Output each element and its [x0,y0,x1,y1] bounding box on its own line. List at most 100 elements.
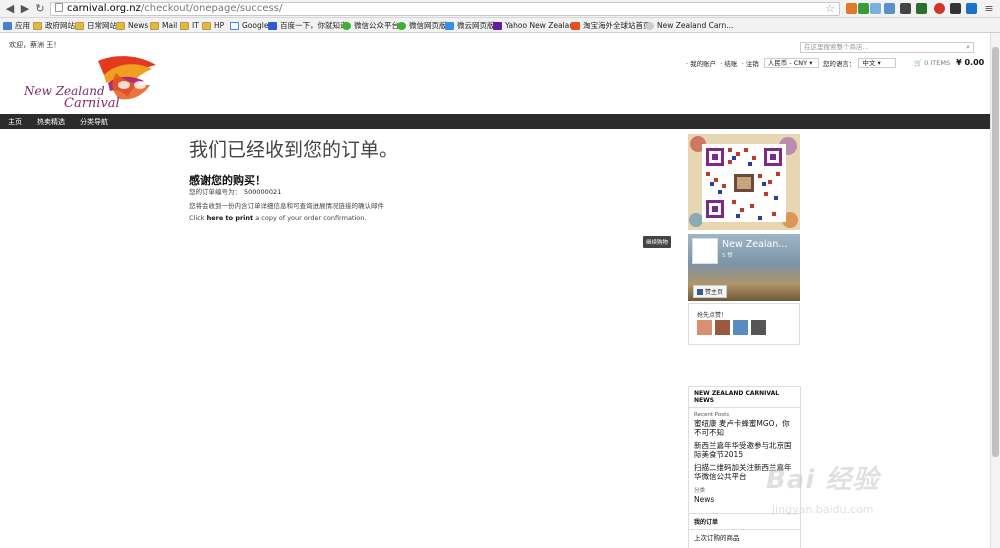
shield-icon[interactable] [858,3,869,14]
extension-icon[interactable] [966,3,977,14]
bookmark-folder[interactable]: HP [202,18,224,33]
bookmark-google[interactable]: Google [230,18,268,33]
news-post-link[interactable]: 蜜纽康 麦卢卡蜂蜜MGO，你不可不知 [689,418,800,438]
back-icon[interactable]: ◀ [3,2,17,16]
print-link[interactable]: here to print [207,214,254,222]
site-icon [645,21,654,30]
avatar[interactable] [751,320,766,335]
svg-text:Carnival: Carnival [64,96,120,111]
weiyun-icon [445,21,454,30]
facebook-page-thumbnail [692,238,718,264]
cart-total: ¥ 0.00 [956,58,985,67]
bookmark-folder[interactable]: IT [180,18,199,33]
screenshot-frame: ◀ ▶ ↻ carnival.org.nz/checkout/onepage/s… [0,0,1000,548]
language-select[interactable]: 中文 ▾ [858,58,897,68]
wechat-icon [342,21,351,30]
my-account-link[interactable]: · 我的账户 [686,58,716,68]
facebook-faces-label: 抢先点赞！ [697,312,728,319]
rss-icon[interactable] [846,3,857,14]
folder-icon [150,21,159,30]
bookmark-wechat-mp[interactable]: 微信公众平台 [342,18,399,33]
scrollbar[interactable] [990,33,1000,548]
apps-icon [3,21,12,30]
bookmark-baidu[interactable]: 百度一下，你就知道 [268,18,348,33]
taobao-icon [571,21,580,30]
bookmark-apps[interactable]: 应用 [3,18,30,33]
avatar[interactable] [715,320,730,335]
bookmark-star-icon[interactable]: ☆ [825,3,835,15]
qr-code-image [688,134,800,230]
checkout-link[interactable]: · 结账 [720,58,737,68]
avatar[interactable] [733,320,748,335]
order-label: 您的订单编号为： [189,188,241,196]
page-icon [55,3,63,12]
folder-icon [202,21,211,30]
bookmark-folder[interactable]: 日常网站 [75,18,117,33]
nav-hot-picks[interactable]: 热卖精选 [37,117,65,127]
baidu-watermark: Bai 经验 jingyan.baidu.com [760,455,990,527]
menu-icon[interactable]: ≡ [982,2,996,16]
url-path: /checkout/onepage/success/ [140,3,283,14]
bookmarks-bar: 应用 政府网站 日常网站 News Mail IT HP Google 百度一下… [0,18,1000,33]
account-links: · 我的账户 · 结账 · 注销 人民币 - CNY ▾ 您的语言： 中文 ▾ [686,58,897,68]
bookmark-weiyun[interactable]: 微云网页版 [445,18,495,33]
order-number-line: 您的订单编号为： 500000021 [189,186,281,196]
nav-categories[interactable]: 分类导航 [80,117,108,127]
cart-items: 0 ITEMS [924,59,951,67]
search-icon[interactable]: ⌕ [966,43,970,52]
facebook-like-button[interactable]: 赞主页 [693,285,728,298]
facebook-page-name[interactable]: New Zealan... [722,239,787,250]
facebook-icon [697,289,703,295]
google-icon [230,21,239,30]
email-note: 您将会收到一份内含订单详细信息和可查询进展情况链接的确认邮件 [189,202,384,210]
browser-toolbar: ◀ ▶ ↻ carnival.org.nz/checkout/onepage/s… [0,0,1000,18]
language-label: 您的语言： [822,60,856,68]
url-domain: carnival.org.nz [67,3,141,14]
folder-icon [33,21,42,30]
logout-link[interactable]: · 注销 [742,58,759,68]
facebook-likes: 5 赞 [722,253,733,259]
baidu-icon [268,21,277,30]
watermark-url: jingyan.baidu.com [772,503,874,516]
currency-select[interactable]: 人民币 - CNY ▾ [763,58,819,68]
order-number: 500000021 [244,188,282,196]
search-placeholder: 在这里搜索整个商店... [804,43,869,51]
forward-icon[interactable]: ▶ [18,2,32,16]
site-logo[interactable]: New Zealand Carnival [20,55,172,112]
extension-icon[interactable] [934,3,945,14]
extension-icon[interactable] [916,3,927,14]
folder-icon [116,21,125,30]
last-ordered-label: 上次订购的商品 [694,534,740,542]
wechat-icon [397,21,406,30]
nav-home[interactable]: 主页 [8,117,22,127]
address-bar[interactable]: carnival.org.nz/checkout/onepage/success… [50,2,840,16]
news-box-title: NEW ZEALAND CARNIVAL NEWS [689,387,800,408]
bookmark-wechat-web[interactable]: 微信网页版 [397,18,447,33]
mini-cart[interactable]: 🛒 0 ITEMS ¥ 0.00 [914,58,984,67]
print-line: Click here to print a copy of your order… [189,214,367,222]
welcome-message: 欢迎，蔡洲 王！ [9,41,61,49]
reload-icon[interactable]: ↻ [33,2,47,16]
extension-icon[interactable] [884,3,895,14]
search-input[interactable]: 在这里搜索整个商店... ⌕ [800,42,974,53]
avatar[interactable] [697,320,712,335]
bookmark-carnival[interactable]: New Zealand Carn... [645,18,733,33]
bookmark-yahoo[interactable]: Yahoo New Zealand [493,18,579,33]
extension-icon[interactable] [870,3,881,14]
folder-icon [75,21,84,30]
bookmark-folder[interactable]: Mail [150,18,177,33]
cart-icon: 🛒 [914,59,923,67]
folder-icon [180,21,189,30]
bookmark-taobao[interactable]: 淘宝海外全球站首页 [571,18,651,33]
bookmark-folder[interactable]: 政府网站 [33,18,75,33]
continue-shopping-button[interactable]: 继续购物 [643,236,672,248]
page-title: 我们已经收到您的订单。 [189,139,399,161]
facebook-widget[interactable]: New Zealan... 5 赞 赞主页 [688,234,800,301]
extension-icon[interactable] [900,3,911,14]
watermark-text: Bai 经验 [766,465,880,495]
facebook-faces: 抢先点赞！ [688,303,800,345]
extension-icon[interactable] [950,3,961,14]
bookmark-folder[interactable]: News [116,18,148,33]
scrollbar-thumb[interactable] [992,47,999,457]
yahoo-icon [493,21,502,30]
